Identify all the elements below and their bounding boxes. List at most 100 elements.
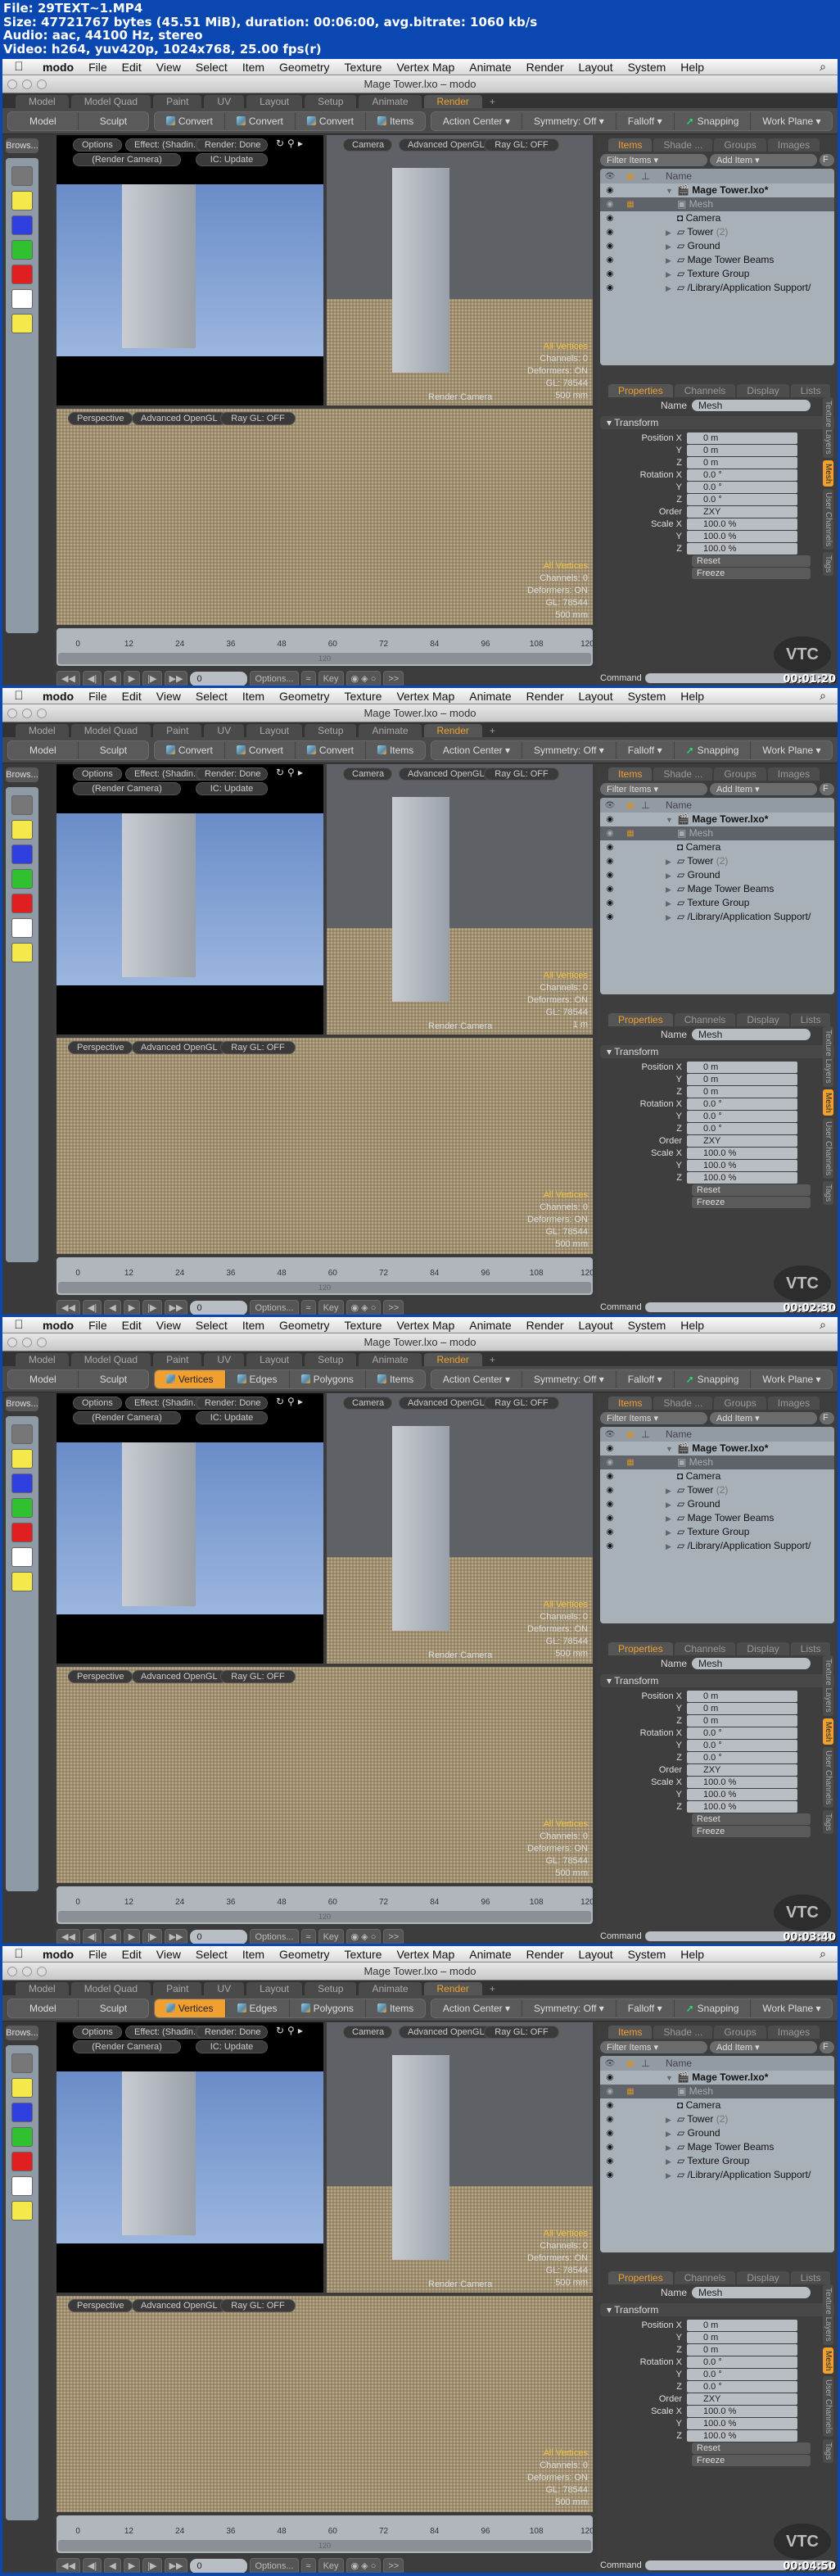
menu-select[interactable]: Select (188, 61, 235, 74)
perspective-viewport[interactable]: Perspective Advanced OpenGL Ray GL: OFF … (56, 1038, 593, 1254)
render-viewport[interactable]: Options Effect: (Shadin... Render: Done … (56, 135, 323, 405)
expand-arrow-icon[interactable]: ▶ (666, 913, 677, 922)
tab-layout[interactable]: Layout (246, 1353, 303, 1366)
go-start-button[interactable]: ◀◀ (56, 1300, 80, 1315)
minimize-button[interactable] (22, 1338, 32, 1347)
persp-raygl-toggle[interactable]: Ray GL: OFF (220, 2299, 296, 2312)
f-button[interactable]: F (820, 2041, 834, 2053)
color-swatch[interactable] (11, 265, 33, 284)
property-value[interactable]: 0.0 ° (687, 481, 797, 493)
menu-view[interactable]: View (149, 1319, 188, 1332)
sculpt-mode-button[interactable]: Sculpt (79, 1370, 148, 1388)
render-options-button[interactable]: Options (73, 767, 122, 781)
menu-edit[interactable]: Edit (115, 1319, 149, 1332)
camera-dropdown[interactable]: Camera (343, 1397, 392, 1410)
property-value[interactable]: 100.0 % (687, 1147, 797, 1159)
eye-icon[interactable]: ◉ (600, 2087, 620, 2096)
side-tab-texture-layers[interactable]: Texture Layers (823, 1026, 833, 1087)
render-options-button[interactable]: Options (73, 2026, 122, 2039)
prev-key-button[interactable]: ◀| (82, 1300, 102, 1315)
apple-icon[interactable]:  (2, 689, 35, 703)
side-tab-user-channels[interactable]: User Channels (823, 1118, 833, 1179)
menu-render[interactable]: Render (519, 690, 571, 703)
tab-lists[interactable]: Lists (790, 2271, 831, 2284)
side-tab-tags[interactable]: Tags (823, 1181, 833, 1206)
item-row[interactable]: ◉ ▶ ▱ Tower (2) (600, 1483, 834, 1497)
tab-lists[interactable]: Lists (790, 1642, 831, 1655)
menu-file[interactable]: File (81, 1948, 115, 1961)
reset-dropdown[interactable]: Reset (692, 1813, 811, 1825)
item-row[interactable]: ◉ ▼ 🎬 Mage Tower.lxo* (600, 813, 834, 826)
eye-icon[interactable]: ◉ (600, 2171, 620, 2180)
property-value[interactable]: 0 m (687, 2331, 797, 2343)
item-row[interactable]: ◉ ▶ ▱ Ground (600, 2126, 834, 2140)
render-options-button[interactable]: Options (73, 1397, 122, 1410)
eye-icon[interactable]: ◉ (600, 899, 620, 908)
eye-icon[interactable]: ◉ (600, 1444, 620, 1453)
menu-help[interactable]: Help (673, 61, 711, 74)
persp-shading-dropdown[interactable]: Advanced OpenGL (132, 2299, 227, 2312)
apple-icon[interactable]:  (2, 1947, 35, 1961)
f-button[interactable]: F (820, 1412, 834, 1424)
tab-images[interactable]: Images (767, 767, 820, 781)
eye-icon[interactable]: ◉ (600, 1528, 620, 1537)
side-tab-user-channels[interactable]: User Channels (823, 1747, 833, 1809)
eye-icon[interactable]: ◉ (600, 857, 620, 866)
persp-shading-dropdown[interactable]: Advanced OpenGL (132, 412, 227, 425)
expand-arrow-icon[interactable]: ▶ (666, 256, 677, 265)
property-value[interactable]: ZXY (687, 1134, 797, 1147)
item-row[interactable]: ◉ ▶ ▱ Texture Group (600, 896, 834, 910)
transform-section[interactable]: ▾ Transform (600, 1045, 834, 1058)
prev-key-button[interactable]: ◀| (82, 1929, 102, 1944)
property-value[interactable]: 100.0 % (687, 2429, 797, 2442)
expand-arrow-icon[interactable]: ▶ (666, 284, 677, 293)
view-dropdown[interactable]: Perspective (68, 2299, 133, 2312)
menu-animate[interactable]: Animate (462, 1319, 518, 1332)
falloff-dropdown[interactable]: Falloff ▾ (616, 740, 675, 759)
menu-file[interactable]: File (81, 61, 115, 74)
item-row[interactable]: ◉ ▶ ▱ Texture Group (600, 2154, 834, 2168)
current-frame-input[interactable]: 0 (190, 672, 248, 686)
auto-key-icons[interactable]: ◉ ◈ ○ (345, 1929, 382, 1944)
property-value[interactable]: 0.0 ° (687, 2380, 797, 2393)
menu-system[interactable]: System (621, 1948, 674, 1961)
color-swatch[interactable] (11, 943, 33, 962)
tab-properties[interactable]: Properties (608, 1642, 673, 1655)
ic-update-button[interactable]: IC: Update (196, 1411, 268, 1424)
color-swatch[interactable] (11, 2201, 33, 2221)
render-camera-dropdown[interactable]: (Render Camera) (73, 782, 181, 795)
property-value[interactable]: ZXY (687, 1763, 797, 1776)
menu-help[interactable]: Help (673, 1319, 711, 1332)
model-mode-button[interactable]: Model (8, 1369, 79, 1388)
spotlight-icon[interactable]: ⌕ (812, 689, 838, 703)
item-row[interactable]: ◉ ▶ ▱ /Library/Application Support/ (600, 281, 834, 295)
zoom-button[interactable] (37, 1338, 47, 1347)
expand-arrow-icon[interactable]: ▼ (666, 187, 677, 195)
tab-render[interactable]: Render (423, 1353, 482, 1366)
freeze-dropdown[interactable]: Freeze (692, 2455, 811, 2466)
next-key-button[interactable]: |▶ (142, 671, 162, 686)
color-swatch[interactable] (11, 2127, 33, 2147)
eye-icon[interactable]: ◉ (600, 2115, 620, 2124)
minimize-button[interactable] (22, 79, 32, 89)
property-value[interactable]: 100.0 % (687, 542, 797, 555)
render-viewport[interactable]: Options Effect: (Shadin... Render: Done … (56, 2022, 323, 2293)
expand-arrow-icon[interactable]: ▶ (666, 2171, 677, 2180)
expand-arrow-icon[interactable]: ▶ (666, 2144, 677, 2153)
color-swatch[interactable] (11, 1474, 33, 1493)
symmetry-dropdown[interactable]: Symmetry: Off ▾ (522, 1999, 616, 2017)
property-value[interactable]: 0.0 ° (687, 1122, 797, 1134)
property-value[interactable]: 0.0 ° (687, 2368, 797, 2380)
close-button[interactable] (7, 79, 17, 89)
apple-icon[interactable]:  (2, 1318, 35, 1332)
expand-arrow-icon[interactable]: ▶ (666, 2157, 677, 2166)
play-button[interactable]: ▶ (123, 671, 141, 686)
menu-texture[interactable]: Texture (337, 690, 390, 703)
property-value[interactable]: 0.0 ° (687, 1739, 797, 1751)
ic-update-button[interactable]: IC: Update (196, 782, 268, 795)
menu-item[interactable]: Item (235, 1948, 272, 1961)
play-button[interactable]: ▶ (123, 1929, 141, 1944)
tab-model-quad[interactable]: Model Quad (70, 1353, 151, 1366)
side-tab-mesh[interactable]: Mesh (823, 1718, 833, 1745)
graph-editor-icon[interactable]: ≈ (300, 671, 316, 686)
